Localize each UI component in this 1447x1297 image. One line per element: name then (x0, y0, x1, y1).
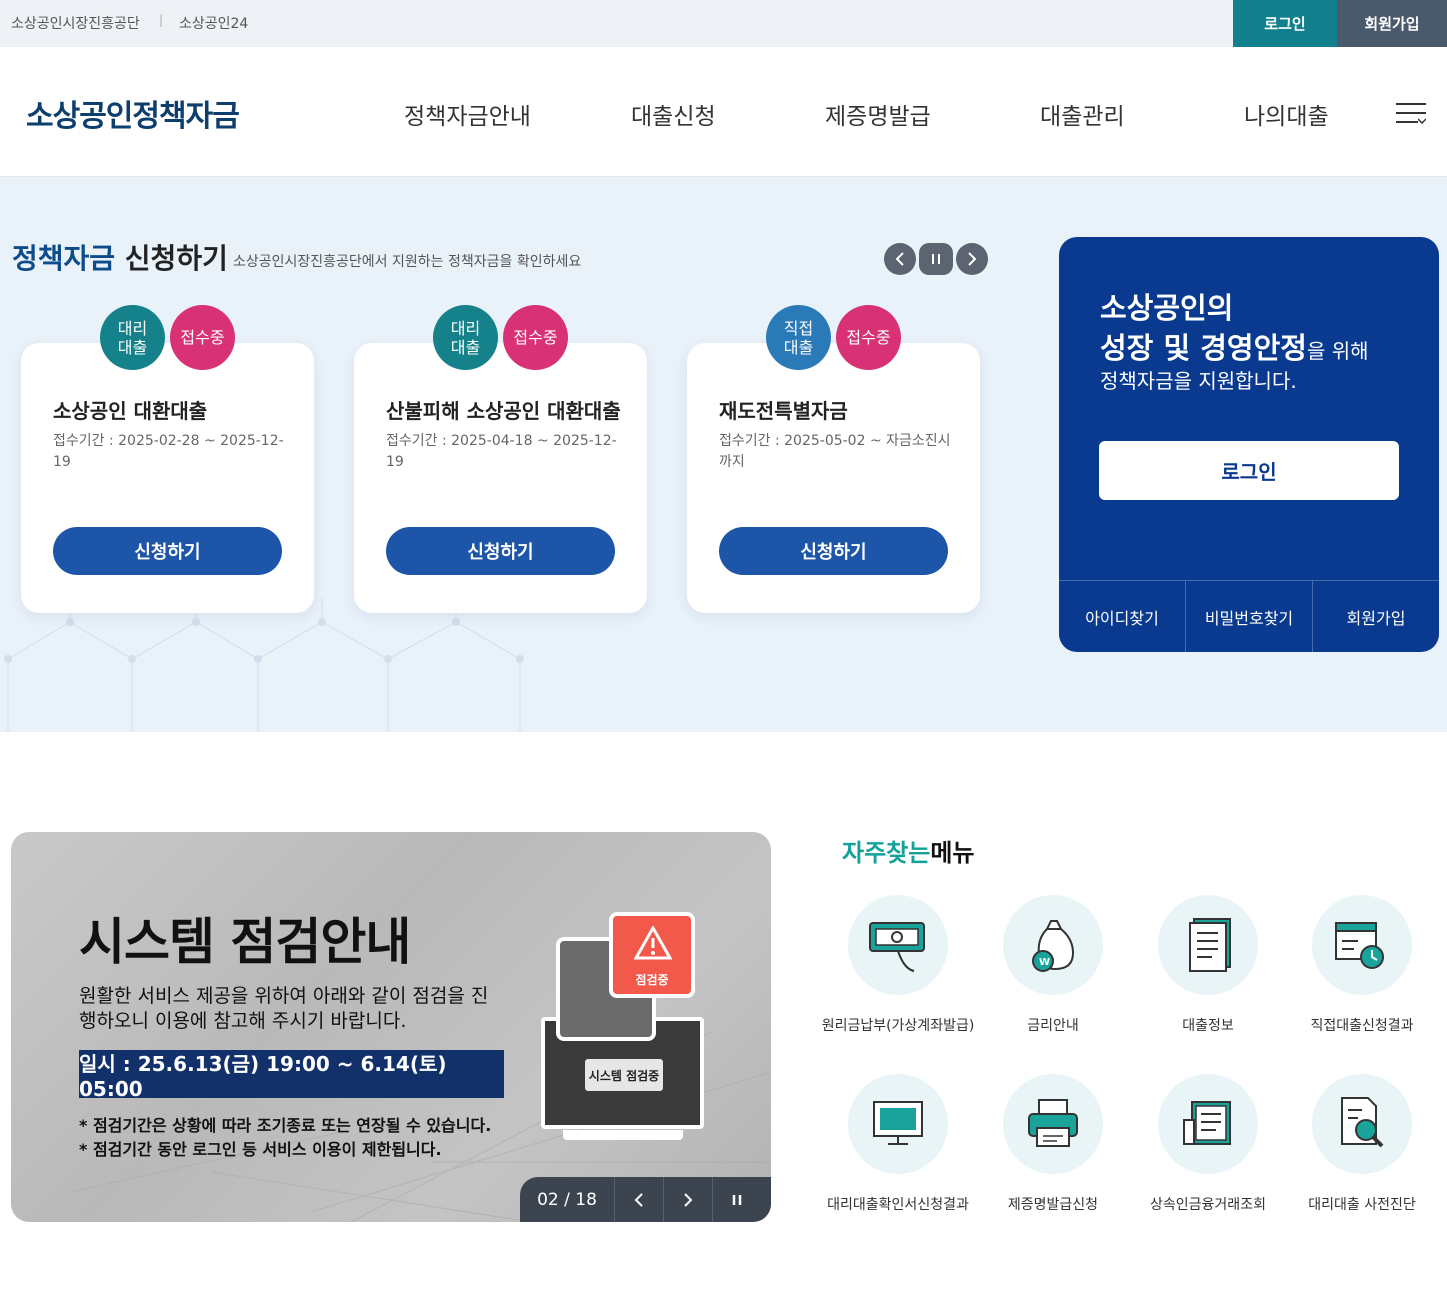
payment-icon (869, 922, 925, 972)
fund-card: 재도전특별자금 접수기간 : 2025-05-02 ~ 자금소진시 까지 신청하… (687, 343, 980, 613)
nav-item-loan-manage[interactable]: 대출관리 (1040, 97, 1125, 131)
login-panel: 소상공인의 성장 및 경영안정을 위해 정책자금을 지원합니다. 로그인 아이디… (1059, 237, 1439, 652)
page-counter: 02 / 18 (537, 1189, 597, 1210)
pause-icon (932, 254, 940, 264)
nav-item-policy-guide[interactable]: 정책자금안내 (404, 97, 531, 131)
find-password-link[interactable]: 비밀번호찾기 (1185, 581, 1312, 652)
banner-title: 시스템 점검안내 (79, 913, 411, 971)
apply-button[interactable]: 신청하기 (719, 527, 948, 575)
top-login-button[interactable]: 로그인 (1233, 0, 1337, 47)
apply-button[interactable]: 신청하기 (386, 527, 615, 575)
monitor-icon (873, 1101, 923, 1145)
nav-item-loan-apply[interactable]: 대출신청 (631, 97, 716, 131)
login-headline: 소상공인의 (1100, 291, 1234, 325)
loan-type-badge: 직접 대출 (766, 305, 831, 370)
fund-name: 소상공인 대환대출 (53, 399, 208, 423)
banner-prev-button[interactable] (614, 1177, 663, 1222)
apply-button[interactable]: 신청하기 (53, 527, 282, 575)
site-link-sbiz24[interactable]: 소상공인24 (179, 13, 248, 33)
loan-type-badge: 대리 대출 (100, 305, 165, 370)
banner-note: * 점검기간은 상황에 따라 조기종료 또는 연장될 수 있습니다. (79, 1116, 492, 1135)
quick-item-loan-info[interactable]: 대출정보 (1123, 895, 1293, 1035)
document-icon (1189, 918, 1231, 972)
banner-pause-button[interactable] (712, 1177, 761, 1222)
background-pattern (4, 597, 524, 732)
header: 소상공인정책자금 정책자금안내 대출신청 제증명발급 대출관리 나의대출 (0, 47, 1447, 177)
warning-icon (634, 926, 672, 960)
quick-menu-title: 자주찾는메뉴 (842, 839, 975, 867)
chevron-right-icon (968, 252, 977, 266)
next-button[interactable] (956, 243, 988, 275)
logo[interactable]: 소상공인정책자금 (26, 91, 240, 135)
fund-period: 접수기간 : 2025-04-18 ~ 2025-12-19 (386, 433, 617, 470)
status-badge: 접수중 (503, 305, 568, 370)
banner-pager: 02 / 18 (520, 1177, 771, 1222)
menu-icon[interactable] (1396, 101, 1426, 125)
chevron-left-icon (895, 252, 904, 266)
warning-badge: 점검중 (609, 912, 695, 998)
login-button[interactable]: 로그인 (1099, 441, 1399, 500)
login-description: 정책자금을 지원합니다. (1100, 369, 1297, 393)
nav-item-my-loan[interactable]: 나의대출 (1244, 97, 1329, 131)
nav-item-certificate[interactable]: 제증명발급 (825, 97, 931, 131)
top-join-button[interactable]: 회원가입 (1337, 0, 1447, 47)
loan-type-badge: 대리 대출 (433, 305, 498, 370)
hero-section: 정책자금 신청하기 소상공인시장진흥공단에서 지원하는 정책자금을 확인하세요 … (0, 177, 1447, 732)
pause-icon (732, 1194, 742, 1205)
screen-label: 시스템 점검중 (585, 1059, 663, 1091)
fund-card: 소상공인 대환대출 접수기간 : 2025-02-28 ~ 2025-12-19… (21, 343, 314, 613)
hero-subtitle: 소상공인시장진흥공단에서 지원하는 정책자금을 확인하세요 (233, 254, 582, 270)
money-bag-icon: W (1032, 920, 1075, 972)
quick-item-direct-loan-result[interactable]: 직접대출신청결과 (1277, 895, 1447, 1035)
calendar-clock-icon (1335, 922, 1384, 969)
banner-next-button[interactable] (663, 1177, 712, 1222)
printer-icon (1028, 1099, 1078, 1147)
login-headline-2: 성장 및 경영안정을 위해 (1100, 331, 1369, 365)
divider: | (159, 13, 164, 27)
quick-item-agency-confirm-result[interactable]: 대리대출확인서신청결과 (813, 1074, 983, 1214)
prev-button[interactable] (884, 243, 916, 275)
utility-bar: 소상공인시장진흥공단 | 소상공인24 로그인 회원가입 (0, 0, 1447, 47)
monitor-stand (563, 1130, 683, 1140)
fund-card: 산불피해 소상공인 대환대출 접수기간 : 2025-04-18 ~ 2025-… (354, 343, 647, 613)
quick-item-heir-finance-inquiry[interactable]: 상속인금융거래조회 (1123, 1074, 1293, 1214)
maintenance-date: 일시 : 25.6.13(금) 19:00 ~ 6.14(토) 05:00 (79, 1050, 504, 1101)
chevron-right-icon (684, 1192, 693, 1207)
join-link[interactable]: 회원가입 (1312, 581, 1439, 652)
banner-note: * 점검기간 동안 로그인 등 서비스 이용이 제한됩니다. (79, 1140, 442, 1159)
fund-period: 접수기간 : 2025-05-02 ~ 자금소진시 까지 (719, 433, 951, 470)
pause-button[interactable] (919, 243, 953, 275)
quick-item-certificate-request[interactable]: 제증명발급신청 (968, 1074, 1138, 1214)
document-search-icon (1341, 1097, 1384, 1148)
account-links: 아이디찾기 비밀번호찾기 회원가입 (1059, 580, 1439, 652)
status-badge: 접수중 (170, 305, 235, 370)
hero-title: 정책자금 신청하기 (12, 242, 228, 275)
svg-text:W: W (1039, 957, 1050, 968)
fund-name: 산불피해 소상공인 대환대출 (386, 399, 621, 423)
quick-item-agency-pre-diagnosis[interactable]: 대리대출 사전진단 (1277, 1074, 1447, 1214)
quick-item-interest-rate[interactable]: W 금리안내 (968, 895, 1138, 1035)
quick-item-repayment[interactable]: 원리금납부(가상계좌발급) (813, 895, 983, 1035)
notice-banner[interactable]: 시스템 점검안내 원활한 서비스 제공을 위하여 아래와 같이 점검을 진행하오… (11, 832, 771, 1222)
fund-period: 접수기간 : 2025-02-28 ~ 2025-12-19 (53, 433, 284, 470)
fund-name: 재도전특별자금 (719, 399, 848, 423)
warning-label: 점검중 (635, 973, 669, 987)
banner-description: 원활한 서비스 제공을 위하여 아래와 같이 점검을 진행하오니 이용에 참고해… (79, 985, 489, 1032)
find-id-link[interactable]: 아이디찾기 (1059, 581, 1185, 652)
site-link-semas[interactable]: 소상공인시장진흥공단 (11, 13, 140, 33)
chevron-left-icon (634, 1192, 643, 1207)
status-badge: 접수중 (836, 305, 901, 370)
newspaper-icon (1183, 1101, 1231, 1145)
